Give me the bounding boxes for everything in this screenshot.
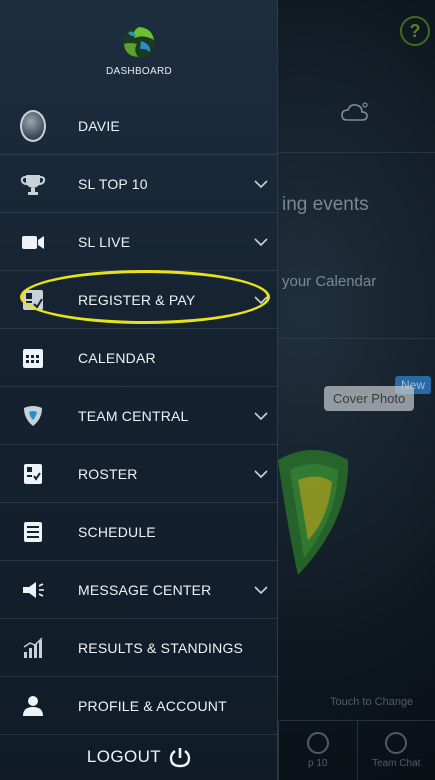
menu-item-label: ROSTER xyxy=(78,465,138,482)
megaphone-icon xyxy=(23,581,44,598)
chevron-down-icon[interactable] xyxy=(254,467,268,481)
app-logo-icon xyxy=(123,25,155,58)
menu-item-schedule[interactable]: SCHEDULE xyxy=(0,503,278,561)
navigation-drawer: DASHBOARD DAVIE SL TOP 10 SL LIVE REGIST… xyxy=(0,0,278,780)
bg-divider xyxy=(278,338,435,339)
menu-item-team-central[interactable]: TEAM CENTRAL xyxy=(0,387,278,445)
menu-item-label: CALENDAR xyxy=(78,349,156,366)
weather-cloud-icon xyxy=(341,102,368,121)
team-shield-icon xyxy=(24,405,42,426)
cover-photo-button[interactable]: Cover Photo xyxy=(324,386,415,411)
chevron-down-icon[interactable] xyxy=(254,583,268,597)
menu-item-results-standings[interactable]: RESULTS & STANDINGS xyxy=(0,619,278,677)
touch-to-change-text: Touch to Change xyxy=(330,696,414,708)
menu-item-profile-davie[interactable]: DAVIE xyxy=(0,97,278,155)
menu-item-label: PROFILE & ACCOUNT xyxy=(78,697,227,714)
dashboard-label: DASHBOARD xyxy=(105,65,173,77)
bg-calendar-text: your Calendar xyxy=(282,273,377,290)
power-icon xyxy=(169,748,191,768)
calendar-icon xyxy=(23,348,43,368)
menu-item-message-center[interactable]: MESSAGE CENTER xyxy=(0,561,278,619)
menu-item-profile-account[interactable]: PROFILE & ACCOUNT xyxy=(0,677,278,735)
chevron-down-icon[interactable] xyxy=(254,409,268,423)
bar-chart-icon xyxy=(23,637,43,658)
menu-item-label: MESSAGE CENTER xyxy=(78,581,212,598)
bg-divider xyxy=(278,152,435,153)
avatar xyxy=(20,109,46,142)
schedule-list-icon xyxy=(24,521,42,542)
menu-item-label: TEAM CENTRAL xyxy=(78,407,189,424)
menu-item-label: SL LIVE xyxy=(78,233,131,250)
team-logo-shield xyxy=(278,450,349,575)
logout-label: LOGOUT xyxy=(86,747,162,766)
person-icon xyxy=(23,695,43,716)
menu-item-label: DAVIE xyxy=(78,117,120,134)
tab-top10[interactable]: p 10 xyxy=(278,721,357,780)
bg-events-text: ing events xyxy=(282,194,369,215)
tab-label: Team Chat xyxy=(372,758,421,769)
menu-item-label: RESULTS & STANDINGS xyxy=(78,639,244,656)
tab-team-chat[interactable]: Team Chat xyxy=(356,721,435,780)
menu-item-label: SL TOP 10 xyxy=(78,175,148,192)
dashboard-header[interactable]: DASHBOARD xyxy=(0,0,278,100)
menu-item-sl-live[interactable]: SL LIVE xyxy=(0,213,278,271)
logout-button[interactable]: LOGOUT xyxy=(0,734,278,780)
chat-icon xyxy=(385,732,408,754)
roster-icon xyxy=(24,463,42,484)
menu-item-sl-top-10[interactable]: SL TOP 10 xyxy=(0,155,278,213)
tab-label: p 10 xyxy=(308,758,328,769)
trophy-icon xyxy=(20,174,46,195)
menu-item-calendar[interactable]: CALENDAR xyxy=(0,329,278,387)
bg-tab-bar: p 10 Team Chat xyxy=(278,720,435,780)
tab-icon xyxy=(306,732,329,754)
chevron-down-icon[interactable] xyxy=(254,235,268,249)
help-button[interactable]: ? xyxy=(400,16,430,46)
menu-item-roster[interactable]: ROSTER xyxy=(0,445,278,503)
menu-item-label: SCHEDULE xyxy=(78,523,156,540)
highlight-annotation xyxy=(20,270,270,324)
chevron-down-icon[interactable] xyxy=(254,177,268,191)
video-camera-icon xyxy=(22,235,44,249)
